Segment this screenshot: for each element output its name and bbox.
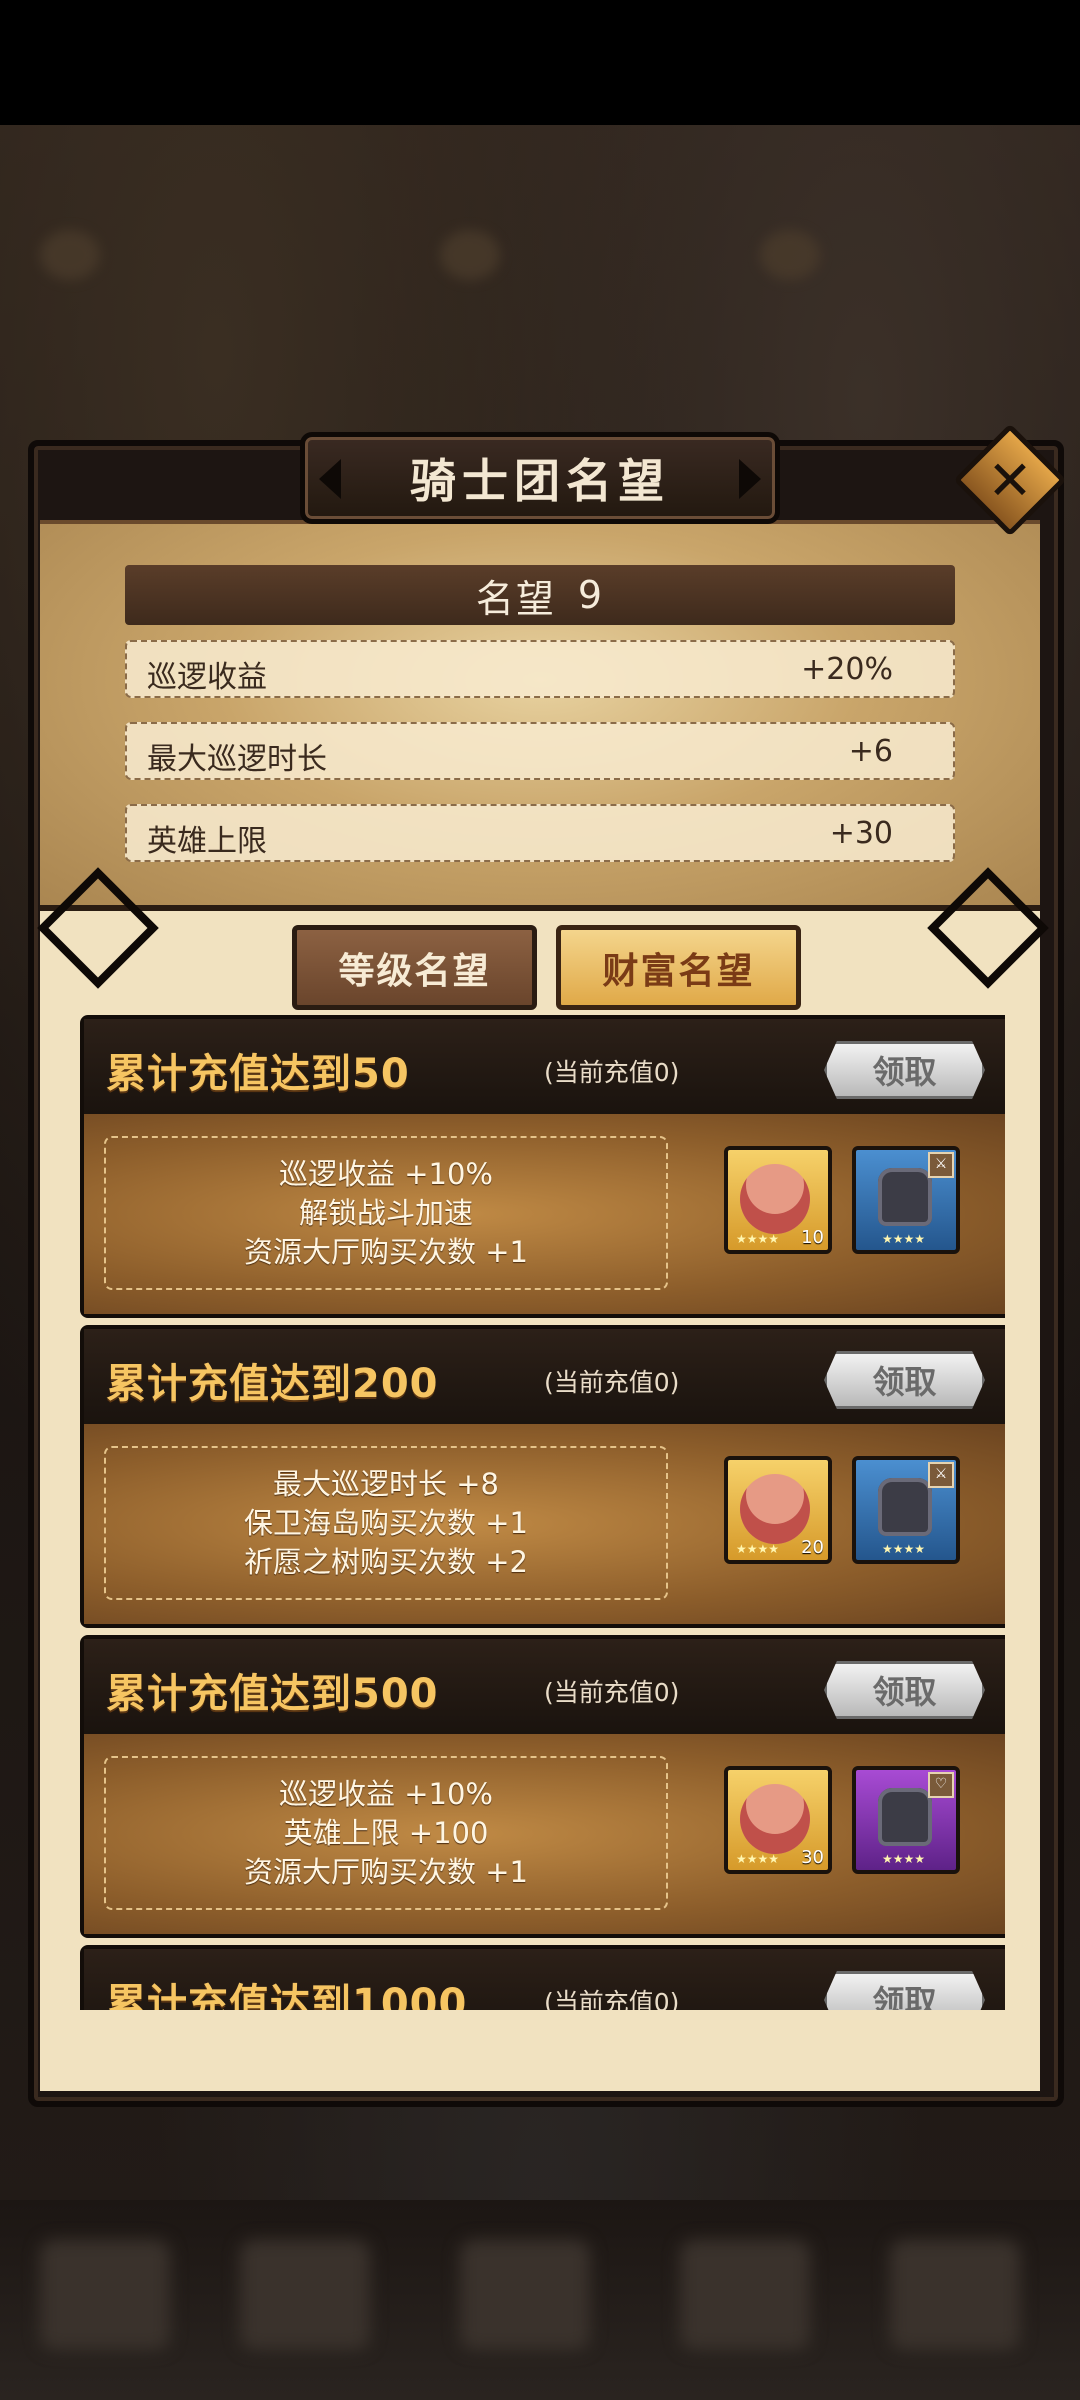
helmet-reward-item[interactable]: ⚔ ★★★★ bbox=[852, 1456, 960, 1564]
reward-line: 最大巡逻时长 +8 bbox=[273, 1466, 499, 1501]
card-header: 累计充值达到200 (当前充值0) 领取 bbox=[84, 1329, 1005, 1424]
sword-tag-icon: ⚔ bbox=[928, 1152, 954, 1178]
reward-card: 累计充值达到50 (当前充值0) 领取 巡逻收益 +10% 解锁战斗加速 资源大… bbox=[80, 1015, 1005, 1318]
reward-line: 解锁战斗加速 bbox=[298, 1195, 473, 1230]
card-header: 累计充值达到500 (当前充值0) 领取 bbox=[84, 1639, 1005, 1734]
star-rating-icon: ★★★★ bbox=[882, 1542, 926, 1556]
stat-value: +6 bbox=[848, 734, 893, 769]
reward-card: 累计充值达到200 (当前充值0) 领取 最大巡逻时长 +8 保卫海岛购买次数 … bbox=[80, 1325, 1005, 1628]
current-recharge: (当前充值0) bbox=[544, 1988, 680, 2010]
stat-value: +30 bbox=[829, 816, 893, 851]
current-recharge: (当前充值0) bbox=[544, 1678, 680, 1707]
current-recharge: (当前充值0) bbox=[544, 1368, 680, 1397]
reward-line: 英雄上限 +100 bbox=[283, 1815, 489, 1850]
dialog-title-plate: 骑士团名望 bbox=[300, 432, 780, 524]
armor-reward-item[interactable]: ♡ ★★★★ bbox=[852, 1766, 960, 1874]
background-blur bbox=[760, 230, 820, 280]
hero-reward-item[interactable]: ★★★★ 10 bbox=[724, 1146, 832, 1254]
card-title: 累计充值达到1000 bbox=[106, 1981, 468, 2010]
background-blur bbox=[460, 2240, 590, 2350]
card-body: 巡逻收益 +10% 英雄上限 +100 资源大厅购买次数 +1 ★★★★ 30 … bbox=[84, 1734, 1005, 1934]
star-rating-icon: ★★★★ bbox=[882, 1232, 926, 1246]
card-header: 累计充值达到1000 (当前充值0) 领取 bbox=[84, 1949, 1005, 2010]
armor-icon bbox=[878, 1788, 932, 1846]
background-blur bbox=[890, 2240, 1020, 2350]
stat-name: 最大巡逻时长 bbox=[147, 742, 327, 777]
star-rating-icon: ★★★★ bbox=[736, 1542, 780, 1556]
dialog-title: 骑士团名望 bbox=[410, 454, 670, 508]
claim-button[interactable]: 领取 bbox=[824, 1351, 985, 1409]
card-header: 累计充值达到50 (当前充值0) 领取 bbox=[84, 1019, 1005, 1114]
card-title: 累计充值达到50 bbox=[106, 1051, 410, 1097]
heart-tag-icon: ♡ bbox=[928, 1772, 954, 1798]
hero-reward-item[interactable]: ★★★★ 20 bbox=[724, 1456, 832, 1564]
reward-line: 资源大厅购买次数 +1 bbox=[244, 1854, 528, 1889]
claim-button[interactable]: 领取 bbox=[824, 1661, 985, 1719]
close-icon: ✕ bbox=[987, 448, 1033, 512]
helmet-icon bbox=[878, 1478, 932, 1536]
current-recharge: (当前充值0) bbox=[544, 1058, 680, 1087]
stat-value: +20% bbox=[801, 652, 893, 687]
reward-line: 祈愿之树购买次数 +2 bbox=[244, 1544, 528, 1579]
reward-line: 巡逻收益 +10% bbox=[279, 1776, 493, 1811]
background-blur bbox=[440, 230, 500, 280]
card-body: 巡逻收益 +10% 解锁战斗加速 资源大厅购买次数 +1 ★★★★ 10 ⚔ ★… bbox=[84, 1114, 1005, 1314]
reward-description: 巡逻收益 +10% 英雄上限 +100 资源大厅购买次数 +1 bbox=[104, 1756, 668, 1910]
stat-name: 英雄上限 bbox=[147, 824, 267, 859]
stat-name: 巡逻收益 bbox=[147, 660, 267, 695]
status-bar bbox=[0, 0, 1080, 125]
fame-level-bar: 名望 9 bbox=[125, 565, 955, 625]
star-rating-icon: ★★★★ bbox=[882, 1852, 926, 1866]
background-blur bbox=[240, 2240, 370, 2350]
fame-level-value: 9 bbox=[577, 573, 605, 617]
tab-wealth-fame[interactable]: 财富名望 bbox=[556, 925, 801, 1010]
background-blur bbox=[680, 2240, 810, 2350]
claim-button[interactable]: 领取 bbox=[824, 1041, 985, 1099]
reward-card: 累计充值达到500 (当前充值0) 领取 巡逻收益 +10% 英雄上限 +100… bbox=[80, 1635, 1005, 1938]
reward-card: 累计充值达到1000 (当前充值0) 领取 bbox=[80, 1945, 1005, 2010]
armor-icon bbox=[878, 1168, 932, 1226]
item-count: 10 bbox=[801, 1227, 824, 1248]
hero-portrait-icon bbox=[740, 1784, 810, 1854]
armor-reward-item[interactable]: ⚔ ★★★★ bbox=[852, 1146, 960, 1254]
reward-description: 巡逻收益 +10% 解锁战斗加速 资源大厅购买次数 +1 bbox=[104, 1136, 668, 1290]
reward-list[interactable]: 累计充值达到50 (当前充值0) 领取 巡逻收益 +10% 解锁战斗加速 资源大… bbox=[80, 1015, 1005, 2010]
close-button[interactable]: ✕ bbox=[953, 423, 1067, 537]
card-body: 最大巡逻时长 +8 保卫海岛购买次数 +1 祈愿之树购买次数 +2 ★★★★ 2… bbox=[84, 1424, 1005, 1624]
sword-tag-icon: ⚔ bbox=[928, 1462, 954, 1488]
reward-line: 保卫海岛购买次数 +1 bbox=[244, 1505, 528, 1540]
item-count: 30 bbox=[801, 1847, 824, 1868]
claim-button[interactable]: 领取 bbox=[824, 1971, 985, 2010]
item-count: 20 bbox=[801, 1537, 824, 1558]
reward-line: 巡逻收益 +10% bbox=[279, 1156, 493, 1191]
stat-row: 巡逻收益 +20% bbox=[125, 640, 955, 698]
fame-label: 名望 bbox=[475, 576, 556, 621]
hero-portrait-icon bbox=[740, 1164, 810, 1234]
reward-description: 最大巡逻时长 +8 保卫海岛购买次数 +1 祈愿之树购买次数 +2 bbox=[104, 1446, 668, 1600]
card-title: 累计充值达到500 bbox=[106, 1671, 439, 1717]
star-rating-icon: ★★★★ bbox=[736, 1232, 780, 1246]
background-blur bbox=[40, 230, 100, 280]
hero-reward-item[interactable]: ★★★★ 30 bbox=[724, 1766, 832, 1874]
star-rating-icon: ★★★★ bbox=[736, 1852, 780, 1866]
stat-row: 最大巡逻时长 +6 bbox=[125, 722, 955, 780]
game-bottom-background bbox=[0, 2200, 1080, 2400]
card-title: 累计充值达到200 bbox=[106, 1361, 439, 1407]
hero-portrait-icon bbox=[740, 1474, 810, 1544]
tab-level-fame[interactable]: 等级名望 bbox=[292, 925, 537, 1010]
stat-row: 英雄上限 +30 bbox=[125, 804, 955, 862]
background-blur bbox=[40, 2240, 170, 2350]
reward-line: 资源大厅购买次数 +1 bbox=[244, 1234, 528, 1269]
